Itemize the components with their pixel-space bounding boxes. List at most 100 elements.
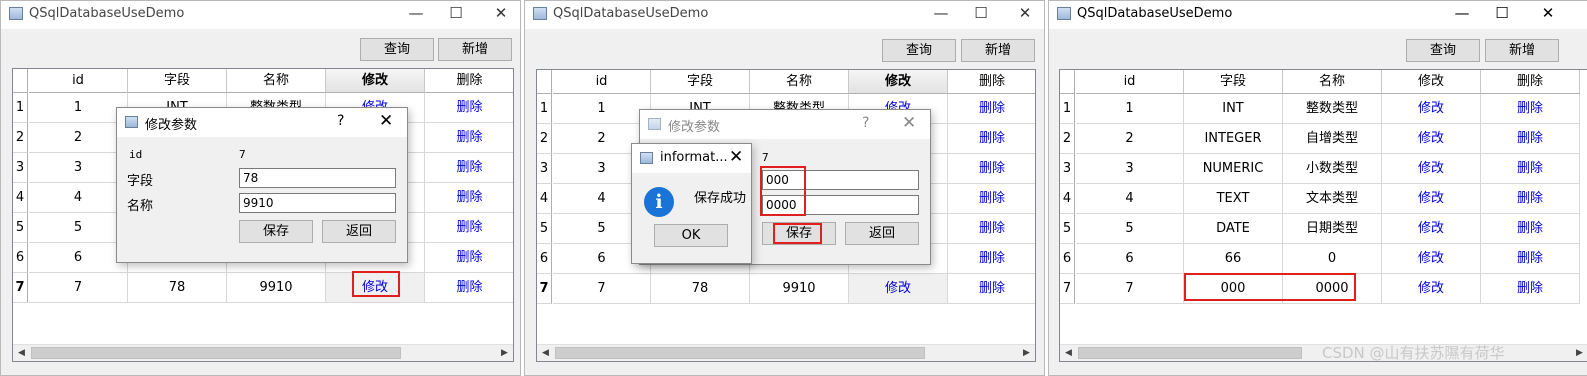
help-icon[interactable]: ? <box>337 113 344 129</box>
close-icon[interactable]: ✕ <box>1534 3 1562 25</box>
back-button[interactable]: 返回 <box>322 220 396 243</box>
query-button[interactable]: 查询 <box>360 38 434 61</box>
row-header[interactable]: 6 <box>13 243 28 273</box>
close-icon[interactable]: ✕ <box>1011 3 1039 25</box>
edit-link[interactable]: 修改 <box>1382 154 1481 184</box>
edit-link[interactable]: 修改 <box>1382 244 1481 274</box>
delete-link[interactable]: 删除 <box>1481 214 1580 244</box>
edit-link[interactable]: 修改 <box>849 274 948 304</box>
column-header-field[interactable]: 字段 <box>651 70 750 94</box>
add-button[interactable]: 新增 <box>961 39 1035 62</box>
maximize-icon[interactable]: ☐ <box>967 3 995 25</box>
row-header[interactable]: 3 <box>537 154 552 184</box>
row-header[interactable]: 5 <box>13 213 28 243</box>
row-header[interactable]: 7 <box>537 274 552 304</box>
column-header-id[interactable]: id <box>553 70 651 94</box>
save-button[interactable]: 保存 <box>239 220 313 243</box>
column-header-edit[interactable]: 修改 <box>326 69 425 93</box>
scrollbar-thumb[interactable] <box>1078 347 1302 359</box>
row-header[interactable]: 2 <box>537 124 552 154</box>
row-header[interactable]: 1 <box>1060 94 1075 124</box>
column-header-delete[interactable]: 删除 <box>425 69 513 93</box>
minimize-icon[interactable]: — <box>1448 3 1476 25</box>
row-header[interactable]: 3 <box>13 153 28 183</box>
maximize-icon[interactable]: ☐ <box>442 3 470 25</box>
row-header[interactable]: 4 <box>13 183 28 213</box>
scrollbar-thumb[interactable] <box>31 347 401 359</box>
delete-link[interactable]: 删除 <box>425 183 513 213</box>
ok-button[interactable]: OK <box>654 224 728 247</box>
row-header[interactable]: 4 <box>1060 184 1075 214</box>
query-button[interactable]: 查询 <box>882 39 956 62</box>
scroll-left-icon[interactable]: ◀ <box>537 345 554 361</box>
delete-link[interactable]: 删除 <box>425 153 513 183</box>
scroll-left-icon[interactable]: ◀ <box>13 345 30 361</box>
horizontal-scrollbar[interactable]: ◀ ▶ <box>537 344 1035 361</box>
column-header-field[interactable]: 字段 <box>128 69 227 93</box>
row-header[interactable]: 2 <box>13 123 28 153</box>
column-header-edit[interactable]: 修改 <box>1382 70 1481 94</box>
delete-link[interactable]: 删除 <box>948 244 1035 274</box>
delete-link[interactable]: 删除 <box>948 154 1035 184</box>
delete-link[interactable]: 删除 <box>1481 244 1580 274</box>
row-header[interactable]: 6 <box>537 244 552 274</box>
query-button[interactable]: 查询 <box>1406 39 1480 62</box>
row-header[interactable]: 1 <box>537 94 552 124</box>
scroll-right-icon[interactable]: ▶ <box>1571 345 1587 361</box>
column-header-edit[interactable]: 修改 <box>849 70 948 94</box>
delete-link[interactable]: 删除 <box>1481 124 1580 154</box>
delete-link[interactable]: 删除 <box>425 213 513 243</box>
close-icon[interactable]: ✕ <box>379 111 393 131</box>
delete-link[interactable]: 删除 <box>948 214 1035 244</box>
delete-link[interactable]: 删除 <box>1481 274 1580 304</box>
scroll-left-icon[interactable]: ◀ <box>1060 345 1077 361</box>
edit-link[interactable]: 修改 <box>1382 274 1481 304</box>
scrollbar-thumb[interactable] <box>555 347 925 359</box>
delete-link[interactable]: 删除 <box>948 274 1035 304</box>
delete-link[interactable]: 删除 <box>1481 154 1580 184</box>
row-header[interactable]: 6 <box>1060 244 1075 274</box>
horizontal-scrollbar[interactable]: ◀ ▶ <box>13 344 513 361</box>
edit-link[interactable]: 修改 <box>1382 94 1481 124</box>
row-header[interactable]: 5 <box>537 214 552 244</box>
row-header[interactable]: 5 <box>1060 214 1075 244</box>
column-header-id[interactable]: id <box>29 69 128 93</box>
add-button[interactable]: 新增 <box>1485 39 1559 62</box>
edit-link[interactable]: 修改 <box>1382 214 1481 244</box>
delete-link[interactable]: 删除 <box>425 243 513 273</box>
edit-link[interactable]: 修改 <box>1382 184 1481 214</box>
help-icon[interactable]: ? <box>862 115 869 131</box>
close-icon[interactable]: ✕ <box>729 147 743 167</box>
delete-link[interactable]: 删除 <box>948 184 1035 214</box>
row-header[interactable]: 4 <box>537 184 552 214</box>
maximize-icon[interactable]: ☐ <box>1488 3 1516 25</box>
column-header-delete[interactable]: 删除 <box>948 70 1035 94</box>
delete-link[interactable]: 删除 <box>1481 184 1580 214</box>
minimize-icon[interactable]: — <box>402 3 430 25</box>
delete-link[interactable]: 删除 <box>425 123 513 153</box>
back-button[interactable]: 返回 <box>845 222 919 245</box>
delete-link[interactable]: 删除 <box>1481 94 1580 124</box>
delete-link[interactable]: 删除 <box>948 94 1035 124</box>
close-icon[interactable]: ✕ <box>487 3 515 25</box>
delete-link[interactable]: 删除 <box>425 273 513 303</box>
minimize-icon[interactable]: — <box>927 3 955 25</box>
column-header-id[interactable]: id <box>1076 70 1184 94</box>
scroll-right-icon[interactable]: ▶ <box>1018 345 1035 361</box>
column-header-field[interactable]: 字段 <box>1184 70 1283 94</box>
field-input[interactable]: 78 <box>239 168 396 188</box>
row-header[interactable]: 1 <box>13 93 28 123</box>
column-header-name[interactable]: 名称 <box>1283 70 1382 94</box>
delete-link[interactable]: 删除 <box>425 93 513 123</box>
row-header[interactable]: 2 <box>1060 124 1075 154</box>
edit-link[interactable]: 修改 <box>1382 124 1481 154</box>
column-header-name[interactable]: 名称 <box>750 70 849 94</box>
delete-link[interactable]: 删除 <box>948 124 1035 154</box>
column-header-name[interactable]: 名称 <box>227 69 326 93</box>
row-header[interactable]: 7 <box>13 273 28 303</box>
name-input[interactable]: 9910 <box>239 193 396 213</box>
add-button[interactable]: 新增 <box>438 38 512 61</box>
close-icon[interactable]: ✕ <box>902 113 916 133</box>
column-header-delete[interactable]: 删除 <box>1481 70 1580 94</box>
scroll-right-icon[interactable]: ▶ <box>496 345 513 361</box>
